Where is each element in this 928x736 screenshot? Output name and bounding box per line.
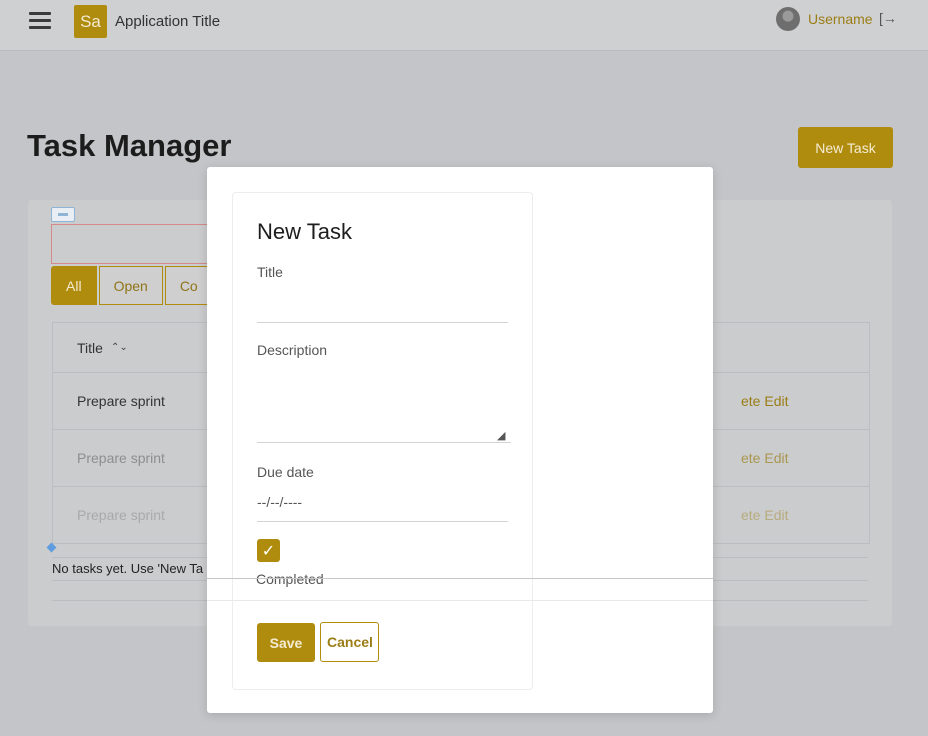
- due-date-underline: [257, 521, 508, 522]
- row-actions[interactable]: ete Edit: [741, 430, 788, 486]
- save-button[interactable]: Save: [257, 623, 315, 662]
- description-label: Description: [257, 342, 328, 358]
- modal-title: New Task: [257, 219, 352, 244]
- title-label: Title: [257, 264, 283, 280]
- app-logo: Sa: [74, 5, 107, 38]
- app-title: Application Title: [115, 13, 221, 30]
- hamburger-icon[interactable]: [29, 12, 51, 30]
- description-textarea[interactable]: [257, 366, 511, 443]
- filter-all-button[interactable]: All: [51, 266, 97, 305]
- completed-checkbox[interactable]: ✓: [257, 539, 280, 562]
- due-date-input[interactable]: --/--/----: [257, 494, 302, 510]
- column-title-header[interactable]: Title: [77, 340, 103, 356]
- row-actions[interactable]: ete Edit: [741, 373, 788, 429]
- avatar[interactable]: [776, 7, 800, 31]
- resize-grip-icon[interactable]: ◢: [497, 429, 505, 442]
- sort-icon[interactable]: ⌃⌄: [111, 342, 128, 353]
- row-actions[interactable]: ete Edit: [741, 487, 788, 543]
- cancel-button[interactable]: Cancel: [320, 622, 379, 662]
- collapse-icon[interactable]: [51, 207, 75, 222]
- task-title-cell: Prepare sprint: [77, 393, 165, 409]
- page-title: Task Manager: [27, 128, 232, 163]
- logout-icon[interactable]: [→: [879, 10, 897, 26]
- task-title-cell: Prepare sprint: [77, 450, 165, 466]
- new-task-button[interactable]: New Task: [798, 127, 893, 168]
- title-input[interactable]: [257, 296, 508, 323]
- check-icon: ✓: [261, 542, 276, 560]
- divider: [207, 600, 713, 601]
- app-header: Sa Application Title Username [→: [0, 0, 928, 51]
- divider: [207, 578, 713, 579]
- task-title-cell: Prepare sprint: [77, 507, 165, 523]
- username-link[interactable]: Username: [808, 11, 873, 27]
- completed-label: Completed: [256, 571, 324, 587]
- filter-open-button[interactable]: Open: [98, 266, 163, 305]
- due-date-label: Due date: [257, 464, 314, 480]
